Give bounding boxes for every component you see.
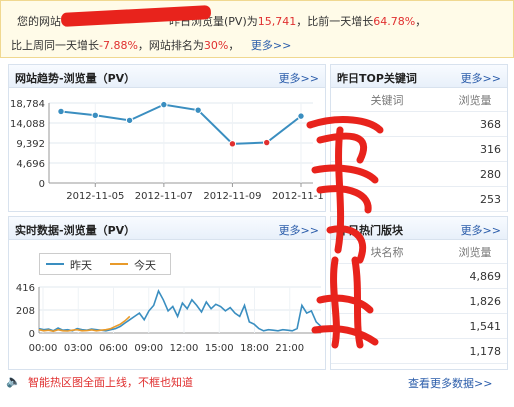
x-tick-label: 12:00	[170, 343, 199, 354]
trend-point	[263, 138, 271, 147]
notice-more-link[interactable]: 更多>>	[251, 39, 291, 52]
keywords-row-value: 368	[443, 111, 507, 137]
x-tick-label: 06:00	[99, 343, 128, 354]
legend-yesterday-swatch	[46, 263, 64, 265]
trend-point	[57, 107, 65, 116]
realtime-title: 实时数据-浏览量（PV）	[15, 224, 136, 237]
footer-promo-link[interactable]: 智能热区图全面上线，不框也知道	[28, 374, 193, 390]
dod-label: ，比前一天增长	[296, 15, 374, 28]
trend-panel: 网站趋势-浏览量（PV） 更多>> 18,784 14,088 9,392 4,696…	[8, 64, 326, 212]
trend-point	[91, 111, 99, 119]
notice-bar: 您的网站 昨日浏览量(PV)为15,741，比前一天增长64.78%， 比上周同一…	[0, 0, 514, 58]
trend-point	[125, 116, 134, 125]
realtime-header: 实时数据-浏览量（PV） 更多>>	[9, 217, 325, 240]
keywords-row-value: 316	[443, 136, 507, 162]
hot-more-link[interactable]: 更多>>	[461, 222, 501, 238]
x-tick-label: 2012-11-07	[135, 191, 193, 202]
trend-title: 网站趋势-浏览量（PV）	[15, 72, 136, 85]
x-tick-label: 15:00	[205, 343, 234, 354]
keywords-col-pv: 浏览量	[443, 89, 507, 112]
footer-more-link[interactable]: 查看更多数据>>	[408, 375, 492, 391]
keywords-more-link[interactable]: 更多>>	[461, 70, 501, 86]
y-tick-label: 18,784	[10, 99, 45, 110]
trend-point	[194, 106, 202, 114]
y-tick-label: 208	[16, 306, 35, 317]
keywords-row-value: 280	[443, 161, 507, 187]
x-tick-label: 2012-11-09	[203, 191, 261, 202]
y-tick-label: 0	[39, 179, 45, 190]
wow-value: -7.88%	[99, 39, 138, 52]
x-tick-label: 18:00	[240, 343, 269, 354]
legend-today-swatch	[110, 263, 128, 265]
hot-row-value: 1,541	[443, 313, 507, 339]
speaker-icon: 🔈	[6, 374, 21, 388]
hot-row-value: 1,178	[443, 338, 507, 364]
keywords-col-name: 关键词	[331, 89, 443, 112]
realtime-chart: 416 208 0 00:00 03:00 06:00 09:00 12:00 15:00 18:…	[16, 283, 322, 354]
x-tick-label: 00:00	[29, 343, 58, 354]
trend-line	[60, 103, 302, 145]
notice-prefix: 您的网站	[17, 15, 61, 28]
y-tick-label: 416	[16, 283, 35, 294]
keywords-title: 昨日TOP关键词	[337, 72, 417, 85]
trend-chart: 18,784 14,088 9,392 4,696 0 2012-11-05 2012-11…	[10, 99, 325, 202]
y-tick-label: 4,696	[16, 159, 45, 170]
hot-row-value: 4,869	[443, 263, 507, 289]
rank-sep: ，	[228, 39, 240, 52]
trend-header: 网站趋势-浏览量（PV） 更多>>	[9, 65, 325, 88]
keywords-row-value: 253	[443, 186, 507, 212]
notice-line-2: 比上周同一天增长-7.88%，网站排名为30%， 更多>>	[11, 37, 291, 53]
legend-today[interactable]: 今天	[134, 257, 156, 273]
hot-row-value: 1,826	[443, 288, 507, 314]
realtime-series-line	[38, 289, 322, 332]
wow-label: 比上周同一天增长	[11, 39, 99, 52]
dod-value: 64.78%	[373, 15, 416, 28]
trend-point	[160, 100, 168, 109]
x-tick-label: 2012-11-05	[66, 191, 124, 202]
legend-yesterday[interactable]: 昨天	[70, 257, 92, 273]
hot-col-pv: 浏览量	[443, 241, 507, 264]
trend-more-link[interactable]: 更多>>	[279, 70, 319, 86]
realtime-panel: 实时数据-浏览量（PV） 更多>> 昨天 今天 416 208 0 00:00 03:0…	[8, 216, 326, 370]
keywords-header: 昨日TOP关键词 更多>>	[331, 65, 507, 88]
rank-value: 30%	[203, 39, 229, 52]
pv-value: 15,741	[257, 15, 297, 28]
rank-label: ，网站排名为	[137, 39, 204, 52]
y-tick-label: 9,392	[16, 139, 45, 150]
realtime-legend: 昨天 今天	[39, 253, 171, 275]
x-tick-label: 09:00	[134, 343, 163, 354]
trend-point	[228, 140, 237, 148]
x-tick-label: 03:00	[64, 343, 93, 354]
y-tick-label: 14,088	[10, 119, 45, 130]
scribble-overlay	[306, 116, 384, 349]
rank-end: ，	[415, 15, 427, 28]
y-tick-label: 0	[29, 329, 35, 340]
